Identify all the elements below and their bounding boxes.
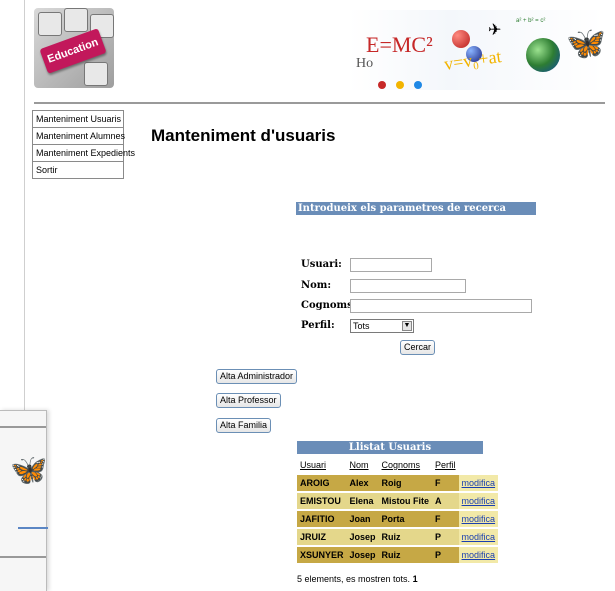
keyboard-key [38, 12, 62, 36]
butterfly-icon: 🦋 [10, 454, 48, 487]
cell-usuari: JAFITIO [297, 511, 347, 527]
divider [0, 426, 46, 428]
perfil-label: Perfil: [301, 320, 335, 331]
banner-formula: E=MC² [366, 32, 433, 57]
banner-formula-small: a² + b² = c² [516, 18, 546, 24]
bubble-icon [378, 81, 386, 89]
airplane-icon: ✈ [488, 22, 502, 39]
cell-nom: Josep [346, 547, 379, 563]
menu-item-expedients[interactable]: Manteniment Expedients [33, 145, 135, 162]
cell-cognoms: Ruiz [378, 547, 433, 563]
perfil-selected-value: Tots [353, 321, 370, 331]
cognoms-label: Cognoms: [301, 300, 357, 311]
table-row: AROIG Alex Roig F modifica [297, 475, 499, 491]
modifica-link[interactable]: modifica [458, 475, 499, 491]
header-divider [34, 102, 605, 104]
column-header-perfil[interactable]: Perfil [432, 457, 459, 473]
cell-cognoms: Roig [378, 475, 433, 491]
modifica-link[interactable]: modifica [458, 547, 499, 563]
cell-nom: Elena [346, 493, 379, 509]
table-row: JRUIZ Josep Ruiz P modifica [297, 529, 499, 545]
menu-item-alumnes[interactable]: Manteniment Alumnes [33, 128, 125, 145]
cell-usuari: AROIG [297, 475, 347, 491]
side-menu: Manteniment Usuaris Manteniment Alumnes … [32, 110, 135, 179]
table-row: EMISTOU Elena Mistou Fite A modifica [297, 493, 499, 509]
cell-perfil: P [432, 547, 459, 563]
cell-nom: Josep [346, 529, 379, 545]
bubble-icon [414, 81, 422, 89]
results-summary: 5 elements, es mostren tots. 1 [297, 574, 418, 584]
column-header-nom[interactable]: Nom [347, 457, 379, 473]
usuari-label: Usuari: [301, 259, 342, 270]
table-header-row: Usuari Nom Cognoms Perfil [297, 457, 498, 473]
modifica-link[interactable]: modifica [458, 511, 499, 527]
butterfly-icon: 🦋 [566, 25, 606, 61]
usuari-input[interactable] [350, 258, 432, 272]
alta-professor-button[interactable]: Alta Professor [216, 393, 281, 408]
cell-nom: Alex [346, 475, 379, 491]
bubbles-decoration [378, 80, 438, 90]
cell-usuari: EMISTOU [297, 493, 347, 509]
cell-usuari: JRUIZ [297, 529, 347, 545]
modifica-link[interactable]: modifica [458, 493, 499, 509]
perfil-select[interactable]: Tots ▼ [350, 319, 414, 333]
cell-cognoms: Porta [378, 511, 433, 527]
menu-item-sortir[interactable]: Sortir [33, 162, 123, 178]
banner-formula-velocity: v=v₀+at [442, 46, 503, 74]
page-number-link[interactable]: 1 [413, 574, 418, 584]
alta-administrador-button[interactable]: Alta Administrador [216, 369, 298, 384]
globe-icon [526, 38, 560, 72]
results-count-text: 5 elements, es mostren tots. [297, 574, 411, 584]
science-banner: a² + b² = c² E=MC² Ho v=v₀+at ✈ 🦋 [348, 10, 606, 90]
cell-usuari: XSUNYER [297, 547, 347, 563]
alta-familia-button[interactable]: Alta Familia [216, 418, 272, 433]
keyboard-key [84, 62, 108, 86]
bubble-icon [396, 81, 404, 89]
divider [0, 556, 46, 558]
atom-ball-icon [452, 30, 470, 48]
background-window: 🦋 [0, 410, 48, 591]
modifica-link[interactable]: modifica [458, 529, 499, 545]
cell-perfil: F [432, 511, 459, 527]
chevron-down-icon[interactable]: ▼ [402, 321, 412, 331]
page-title: Manteniment d'usuaris [151, 126, 336, 145]
cell-nom: Joan [346, 511, 379, 527]
cell-cognoms: Mistou Fite [378, 493, 433, 509]
column-header-actions [459, 457, 499, 473]
nom-input[interactable] [350, 279, 466, 293]
keyboard-key [64, 8, 88, 32]
column-header-usuari[interactable]: Usuari [297, 457, 347, 473]
menu-item-usuaris[interactable]: Manteniment Usuaris [33, 111, 123, 128]
cell-perfil: F [432, 475, 459, 491]
users-table-title: Llistat Usuaris [297, 441, 483, 454]
cell-perfil: P [432, 529, 459, 545]
users-table: Usuari Nom Cognoms Perfil AROIG Alex Roi… [297, 455, 499, 565]
table-row: XSUNYER Josep Ruiz P modifica [297, 547, 499, 563]
education-logo: Education [34, 8, 114, 88]
divider [18, 527, 48, 529]
column-header-cognoms[interactable]: Cognoms [379, 457, 433, 473]
table-row: JAFITIO Joan Porta F modifica [297, 511, 499, 527]
cell-cognoms: Ruiz [378, 529, 433, 545]
cercar-button[interactable]: Cercar [400, 340, 436, 355]
banner-molecule: Ho [356, 56, 374, 71]
cell-perfil: A [432, 493, 459, 509]
nom-label: Nom: [301, 280, 332, 291]
cognoms-input[interactable] [350, 299, 532, 313]
search-header: Introdueix els parametres de recerca [296, 202, 536, 215]
